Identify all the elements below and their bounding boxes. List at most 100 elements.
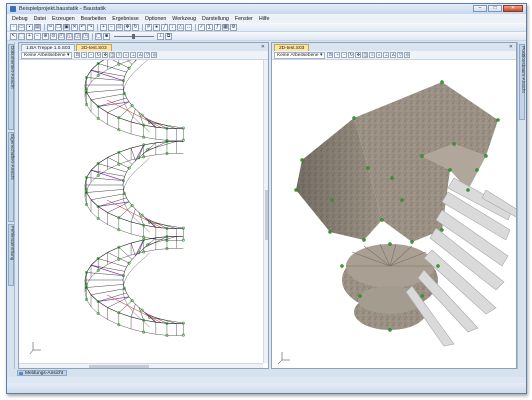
new-file-icon[interactable]: ▫ (10, 23, 17, 31)
dock-tab-fehler[interactable]: Fehlersammlung (8, 224, 15, 286)
menu-fenster[interactable]: Fenster (232, 16, 256, 22)
close-pane-icon[interactable]: ✕ (261, 44, 265, 50)
open-folder-icon[interactable]: ▭ (18, 23, 25, 31)
zoom-icon[interactable]: + (81, 52, 88, 58)
minimize-button[interactable]: – (473, 5, 487, 12)
zoom-window-icon[interactable]: ⊕ (42, 32, 49, 40)
orbit-icon[interactable]: ↻ (95, 52, 102, 58)
menu-debug[interactable]: Debug (9, 16, 31, 22)
layer-select-right[interactable]: Keine Arbeitsebene ▾ (274, 51, 326, 59)
menu-werkzeug[interactable]: Werkzeug (169, 16, 199, 22)
settings-icon[interactable]: ⚙ (230, 23, 237, 31)
render-viewport[interactable] (272, 60, 516, 368)
layers-icon[interactable]: ≡ (116, 52, 123, 58)
zoom-in-2-icon[interactable]: + (26, 32, 33, 40)
left-horizontal-scrollbar[interactable] (19, 363, 263, 368)
pan-view-icon[interactable]: ✥ (355, 52, 362, 58)
zoom-fit-icon[interactable]: ⊡ (116, 23, 123, 31)
view-top-icon[interactable]: ◰ (58, 32, 65, 40)
dock-tab-eigenschaften[interactable]: Eigenschaften-Ansicht (8, 132, 15, 222)
zoom-in-icon[interactable]: + (100, 23, 107, 31)
beam-icon[interactable]: ╱ (161, 23, 168, 31)
messages-icon (19, 372, 23, 375)
fit-icon[interactable]: ⊡ (74, 52, 81, 58)
menu-hilfe[interactable]: Hilfe (256, 16, 273, 22)
light-icon[interactable]: ☼ (376, 52, 383, 58)
snap-icon[interactable]: ◎ (151, 52, 158, 58)
zoom-out-2-icon[interactable]: − (34, 32, 41, 40)
right-pane-toolbar: Keine Arbeitsebene ▾ ⊡ + − ↻ ✥ ◫ ≡ ☼ ⊥ A… (272, 51, 516, 60)
light-icon[interactable]: ☼ (123, 52, 130, 58)
left-scroll-thumb-h[interactable] (89, 365, 149, 368)
pan-view-icon[interactable]: ✥ (102, 52, 109, 58)
dock-tab-positionsbaum[interactable]: Positionsbaum-Ansicht (519, 44, 526, 120)
copy-icon[interactable]: ❐ (55, 23, 62, 31)
orbit-icon[interactable]: ↻ (348, 52, 355, 58)
zoom-out-icon[interactable]: − (341, 52, 348, 58)
save-icon[interactable]: ▪ (26, 23, 33, 31)
menu-darstellung[interactable]: Darstellung (199, 16, 232, 22)
dock-tab-dokumenten[interactable]: Dokumenten-Ansicht (8, 44, 15, 130)
label-icon[interactable]: A (390, 52, 397, 58)
tab-2d-test-left[interactable]: 2D-test.S03 (76, 44, 112, 51)
view-box-icon[interactable]: ◫ (362, 52, 369, 58)
render-icon[interactable]: ■ (103, 32, 110, 40)
left-vertical-scrollbar[interactable] (263, 60, 268, 363)
zoom-out-icon[interactable]: − (108, 23, 115, 31)
support-icon[interactable]: △ (177, 23, 184, 31)
zoom-out-icon[interactable]: − (88, 52, 95, 58)
window-select-icon[interactable]: ⬚ (18, 32, 25, 40)
zoom-all-icon[interactable]: ⊙ (50, 32, 57, 40)
left-scroll-thumb-v[interactable] (265, 190, 268, 240)
pan-icon[interactable]: ✥ (124, 23, 131, 31)
paste-icon[interactable]: ▣ (63, 23, 70, 31)
fit-icon[interactable]: ⊡ (327, 52, 334, 58)
select-icon[interactable]: ↖ (10, 32, 17, 40)
zoom-icon[interactable]: + (334, 52, 341, 58)
check-icon[interactable]: ✓ (198, 23, 205, 31)
delete-icon[interactable]: ✕ (71, 23, 78, 31)
layer-select-left[interactable]: Keine Arbeitsebene ▾ (21, 51, 73, 59)
cut-icon[interactable]: ✂ (47, 23, 54, 31)
messages-tab[interactable]: Meldungs-Ansicht (17, 370, 68, 376)
undo-icon[interactable]: ↶ (79, 23, 86, 31)
function-icon[interactable]: ƒ (214, 23, 221, 31)
snap-icon[interactable]: ◎ (404, 52, 411, 58)
axis-icon[interactable]: ⊥ (130, 52, 137, 58)
wireframe-icon[interactable]: ▢ (95, 32, 102, 40)
transparency-slider[interactable] (114, 33, 154, 39)
view-box-icon[interactable]: ◫ (109, 52, 116, 58)
filter-icon[interactable]: ▽ (397, 52, 404, 58)
dimension-icon[interactable]: ↔ (185, 23, 192, 31)
view-side-icon[interactable]: ◲ (74, 32, 81, 40)
menu-datei[interactable]: Datei (31, 16, 49, 22)
redo-icon[interactable]: ↷ (87, 23, 94, 31)
menu-optionen[interactable]: Optionen (142, 16, 170, 22)
slider-thumb[interactable] (132, 33, 135, 39)
print-icon[interactable]: ▤ (34, 23, 41, 31)
view-iso-icon[interactable]: ◳ (82, 32, 89, 40)
close-pane-icon[interactable]: ✕ (509, 44, 513, 50)
results-icon[interactable]: ▦ (222, 23, 229, 31)
maximize-button[interactable]: □ (488, 5, 502, 12)
menu-ergebnisse[interactable]: Ergebnisse (109, 16, 142, 22)
wireframe-viewport[interactable] (19, 43, 268, 368)
tab-treppe[interactable]: 1.BA Treppe 1.0.S03 (21, 44, 76, 51)
filter-icon[interactable]: ▽ (144, 52, 151, 58)
menu-bearbeiten[interactable]: Bearbeiten (78, 16, 110, 22)
menu-erzeugen[interactable]: Erzeugen (49, 16, 78, 22)
measure-icon[interactable]: ⊥ (157, 32, 164, 40)
grid-icon[interactable]: # (145, 23, 152, 31)
section-icon[interactable]: ⧉ (165, 32, 172, 40)
axis-icon[interactable]: ⊥ (383, 52, 390, 58)
label-icon[interactable]: A (137, 52, 144, 58)
load-icon[interactable]: ↓ (169, 23, 176, 31)
tab-2d-test-right[interactable]: 2D-test.S03 (274, 44, 310, 51)
calculate-icon[interactable]: ∑ (206, 23, 213, 31)
close-button[interactable]: ✕ (503, 5, 523, 12)
node-icon[interactable]: ● (153, 23, 160, 31)
view-front-icon[interactable]: ◱ (66, 32, 73, 40)
rotate-icon[interactable]: ↻ (132, 23, 139, 31)
dock-tab-label: Fehlersammlung (10, 226, 15, 261)
layers-icon[interactable]: ≡ (369, 52, 376, 58)
